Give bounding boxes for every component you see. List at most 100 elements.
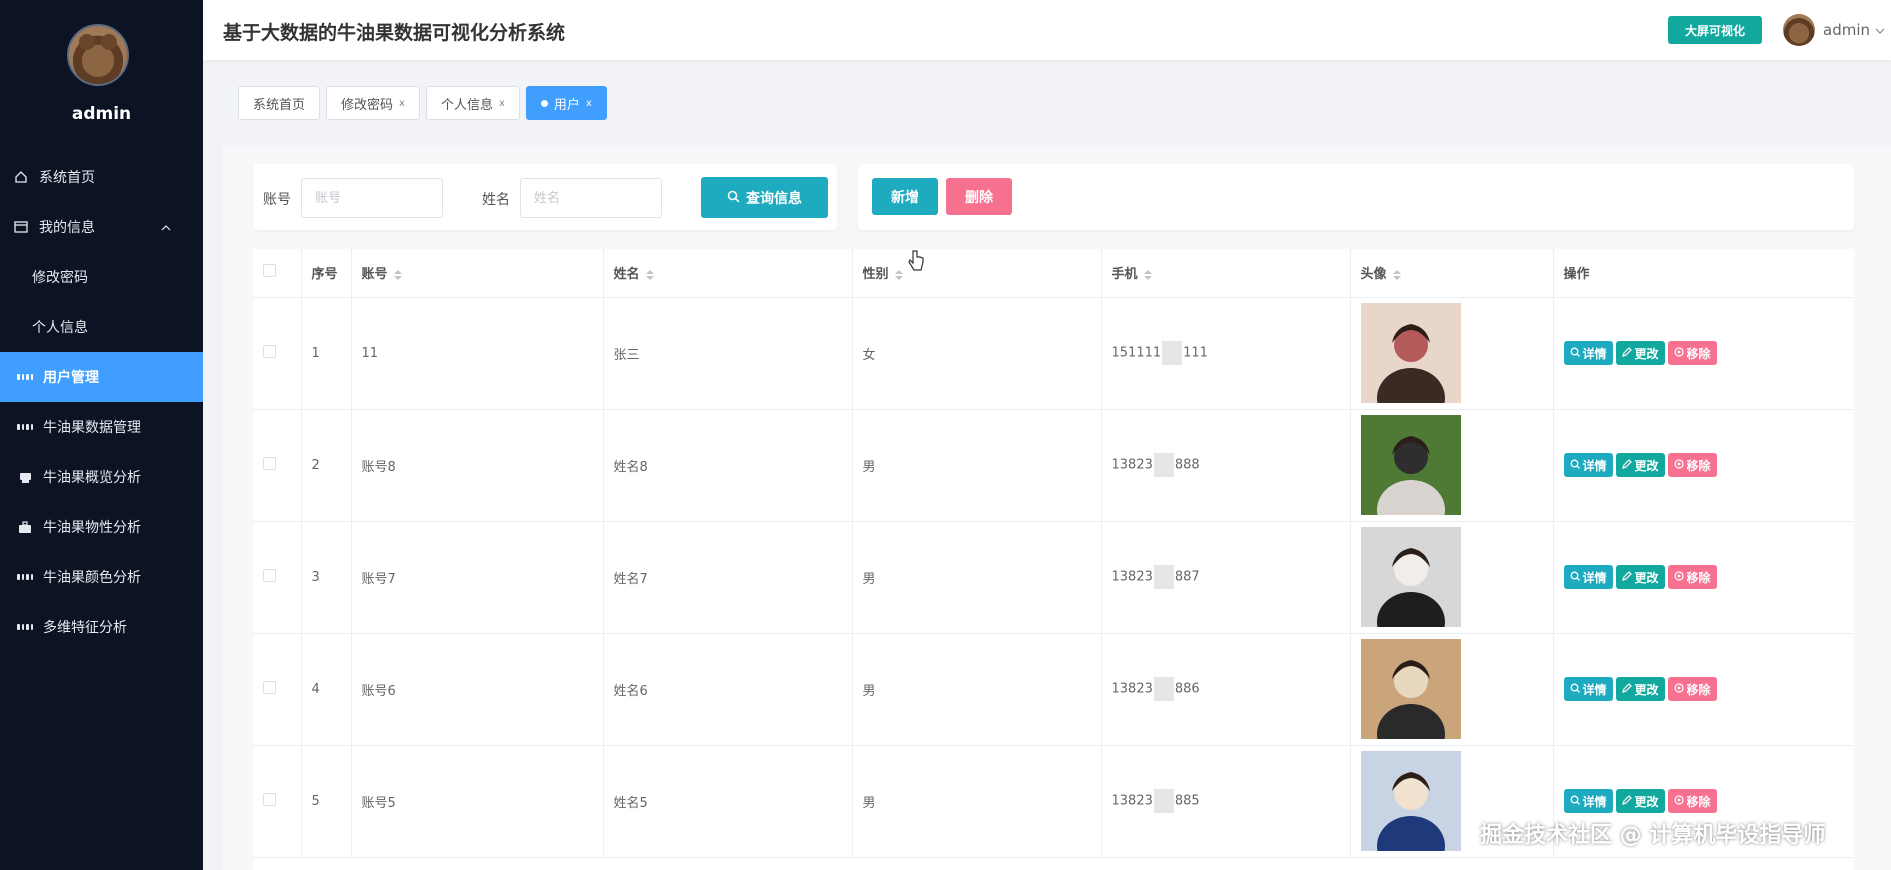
close-icon[interactable]: x [499, 98, 505, 109]
sort-icon[interactable] [1392, 269, 1401, 280]
header-phone[interactable]: 手机 [1101, 249, 1351, 298]
cell-phone: 13823 888 [1101, 409, 1351, 522]
sidebar-item-avocado-color[interactable]: 牛油果颜色分析 [0, 552, 203, 602]
cell-account: 11 [351, 297, 604, 410]
remove-label: 移除 [1686, 346, 1711, 361]
delete-button[interactable]: 删除 [946, 178, 1012, 215]
chevron-down-icon[interactable] [1875, 22, 1885, 38]
watermark-text: 掘金技术社区 @ 计算机毕设指导师 [1480, 823, 1826, 848]
sort-icon[interactable] [1143, 269, 1152, 280]
printer-icon [17, 469, 33, 485]
sidebar-item-avocado-data[interactable]: 牛油果数据管理 [0, 402, 203, 452]
tab-personal-info[interactable]: 个人信息 x [425, 86, 520, 120]
remove-label: 移除 [1686, 682, 1711, 697]
pencil-icon [1621, 458, 1632, 472]
user-photo[interactable] [1360, 527, 1461, 627]
remove-button[interactable]: 移除 [1667, 677, 1717, 701]
remove-button[interactable]: 移除 [1667, 341, 1717, 365]
row-select-cell[interactable] [253, 409, 302, 522]
cell-avatar [1350, 297, 1554, 410]
sidebar-item-my-info[interactable]: 我的信息 [0, 202, 203, 252]
bigscreen-button[interactable]: 大屏可视化 [1668, 16, 1762, 44]
query-button[interactable]: 查询信息 [701, 177, 828, 218]
user-table: 序号 账号 姓名 性别 手机 头像 操作 1 11 张三 女 151111 111 [253, 249, 1854, 870]
edit-button[interactable]: 更改 [1615, 789, 1665, 813]
grid-icon [17, 369, 33, 385]
row-select-cell[interactable] [253, 297, 302, 410]
cell-avatar [1350, 409, 1554, 522]
checkbox[interactable] [263, 792, 276, 806]
checkbox[interactable] [263, 264, 276, 278]
row-select-cell[interactable] [253, 521, 302, 634]
user-photo[interactable] [1360, 415, 1461, 515]
checkbox[interactable] [263, 456, 276, 470]
cell-name: 姓名7 [603, 521, 853, 634]
phone-prefix: 13823 [1111, 793, 1153, 809]
cell-ops: 详情 更改 移除 [1553, 633, 1854, 746]
edit-button[interactable]: 更改 [1615, 565, 1665, 589]
detail-button[interactable]: 详情 [1563, 677, 1613, 701]
remove-button[interactable]: 移除 [1667, 565, 1717, 589]
sidebar-item-change-password[interactable]: 修改密码 [0, 252, 203, 302]
detail-button[interactable]: 详情 [1563, 789, 1613, 813]
table-header-row: 序号 账号 姓名 性别 手机 头像 操作 [253, 249, 1854, 298]
tab-home[interactable]: 系统首页 [238, 86, 321, 120]
tab-change-password[interactable]: 修改密码 x [326, 86, 420, 120]
row-select-cell[interactable] [253, 745, 302, 858]
cell-avatar [1350, 633, 1554, 746]
add-button[interactable]: 新增 [872, 178, 938, 215]
header-name[interactable]: 姓名 [603, 249, 853, 298]
card-icon [13, 219, 29, 235]
close-icon[interactable]: x [399, 98, 405, 109]
user-photo[interactable] [1360, 639, 1461, 739]
header-username[interactable]: admin [1823, 21, 1870, 39]
checkbox[interactable] [263, 568, 276, 582]
name-search-input[interactable] [520, 178, 662, 218]
remove-button[interactable]: 移除 [1667, 789, 1717, 813]
row-select-cell[interactable] [253, 633, 302, 746]
sidebar-item-label: 用户管理 [43, 370, 99, 386]
cell-index: 4 [301, 633, 352, 746]
detail-button[interactable]: 详情 [1563, 565, 1613, 589]
user-photo[interactable] [1360, 303, 1461, 403]
detail-button[interactable]: 详情 [1563, 341, 1613, 365]
sidebar-item-avocado-overview[interactable]: 牛油果概览分析 [0, 452, 203, 502]
tab-user[interactable]: 用户 x [525, 86, 607, 120]
sort-icon[interactable] [393, 269, 402, 280]
header-account[interactable]: 账号 [351, 249, 604, 298]
sidebar-item-multidim-analysis[interactable]: 多维特征分析 [0, 602, 203, 652]
sidebar-item-personal-info[interactable]: 个人信息 [0, 302, 203, 352]
checkbox[interactable] [263, 680, 276, 694]
search-icon [1570, 458, 1580, 472]
account-search-input[interactable] [301, 178, 443, 218]
sort-icon[interactable] [894, 269, 903, 280]
close-icon[interactable]: x [586, 98, 592, 109]
edit-button[interactable]: 更改 [1615, 677, 1665, 701]
header-gender[interactable]: 性别 [852, 249, 1102, 298]
phone-suffix: 885 [1174, 793, 1200, 809]
header-avatar[interactable]: 头像 [1350, 249, 1554, 298]
sidebar-item-label: 牛油果概览分析 [43, 470, 141, 486]
checkbox[interactable] [263, 344, 276, 358]
cell-account: 账号8 [351, 409, 604, 522]
sidebar-item-home[interactable]: 系统首页 [0, 152, 203, 202]
header-label: 手机 [1111, 267, 1138, 283]
user-photo[interactable] [1360, 751, 1461, 851]
header-select-all[interactable] [253, 249, 302, 298]
sidebar-item-user-management[interactable]: 用户管理 [0, 352, 203, 402]
detail-button[interactable]: 详情 [1563, 453, 1613, 477]
sidebar-menu: 系统首页 我的信息 修改密码 个人信息 用户管理 牛油果数据管理 牛油果概览分析… [0, 152, 203, 652]
sidebar-item-avocado-properties[interactable]: 牛油果物性分析 [0, 502, 203, 552]
account-label: 账号 [263, 192, 291, 208]
sidebar-avatar [67, 24, 129, 86]
search-icon [1570, 570, 1580, 584]
detail-label: 详情 [1582, 682, 1607, 697]
avatar[interactable] [1783, 14, 1815, 46]
redaction-block [1162, 341, 1183, 365]
cell-gender: 男 [852, 633, 1102, 746]
remove-button[interactable]: 移除 [1667, 453, 1717, 477]
sort-icon[interactable] [645, 269, 654, 280]
edit-button[interactable]: 更改 [1615, 341, 1665, 365]
cell-phone: 13823 886 [1101, 633, 1351, 746]
edit-button[interactable]: 更改 [1615, 453, 1665, 477]
